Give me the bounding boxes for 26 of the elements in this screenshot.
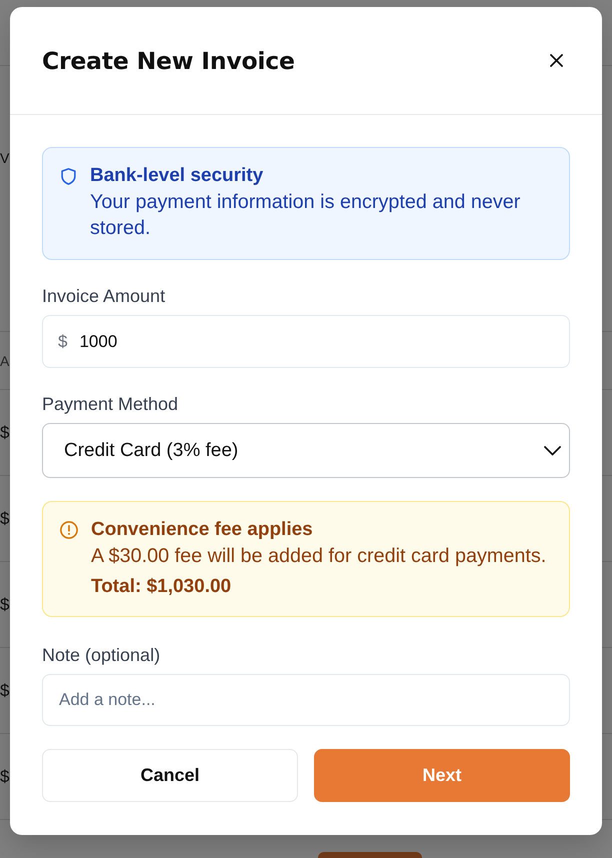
table-cell: $ xyxy=(0,680,10,700)
alert-circle-icon xyxy=(60,521,78,539)
table-cell: $ xyxy=(0,594,10,614)
currency-symbol: $ xyxy=(58,332,68,352)
alert-message: Your payment information is encrypted and never stored. xyxy=(90,190,522,241)
close-button[interactable] xyxy=(550,54,563,67)
table-cell: $ xyxy=(0,766,10,786)
chevron-down-icon xyxy=(544,446,561,456)
alert-title: Convenience fee applies xyxy=(91,518,314,542)
amount-input[interactable]: $ 1000 xyxy=(42,315,570,368)
field-label: Note (optional) xyxy=(42,644,162,667)
field-label: Invoice Amount xyxy=(42,285,166,308)
shield-icon xyxy=(61,168,76,185)
dialog-title: Create New Invoice xyxy=(42,46,295,74)
note-input[interactable]: Add a note... xyxy=(42,674,570,726)
field-label: Payment Method xyxy=(42,393,180,416)
close-icon xyxy=(550,54,563,67)
page-text: V xyxy=(0,150,10,166)
fee-total: Total: $1,030.00 xyxy=(91,575,232,599)
column-header: A xyxy=(0,352,10,368)
alert-message: A $30.00 fee will be added for credit card payments. xyxy=(91,544,546,569)
table-cell: $ xyxy=(0,508,10,528)
cancel-button[interactable]: Cancel xyxy=(42,749,298,802)
payment-method-select[interactable]: Credit Card (3% fee) xyxy=(42,423,570,478)
table-cell: $ xyxy=(0,422,10,442)
alert-title: Bank-level security xyxy=(90,164,264,188)
